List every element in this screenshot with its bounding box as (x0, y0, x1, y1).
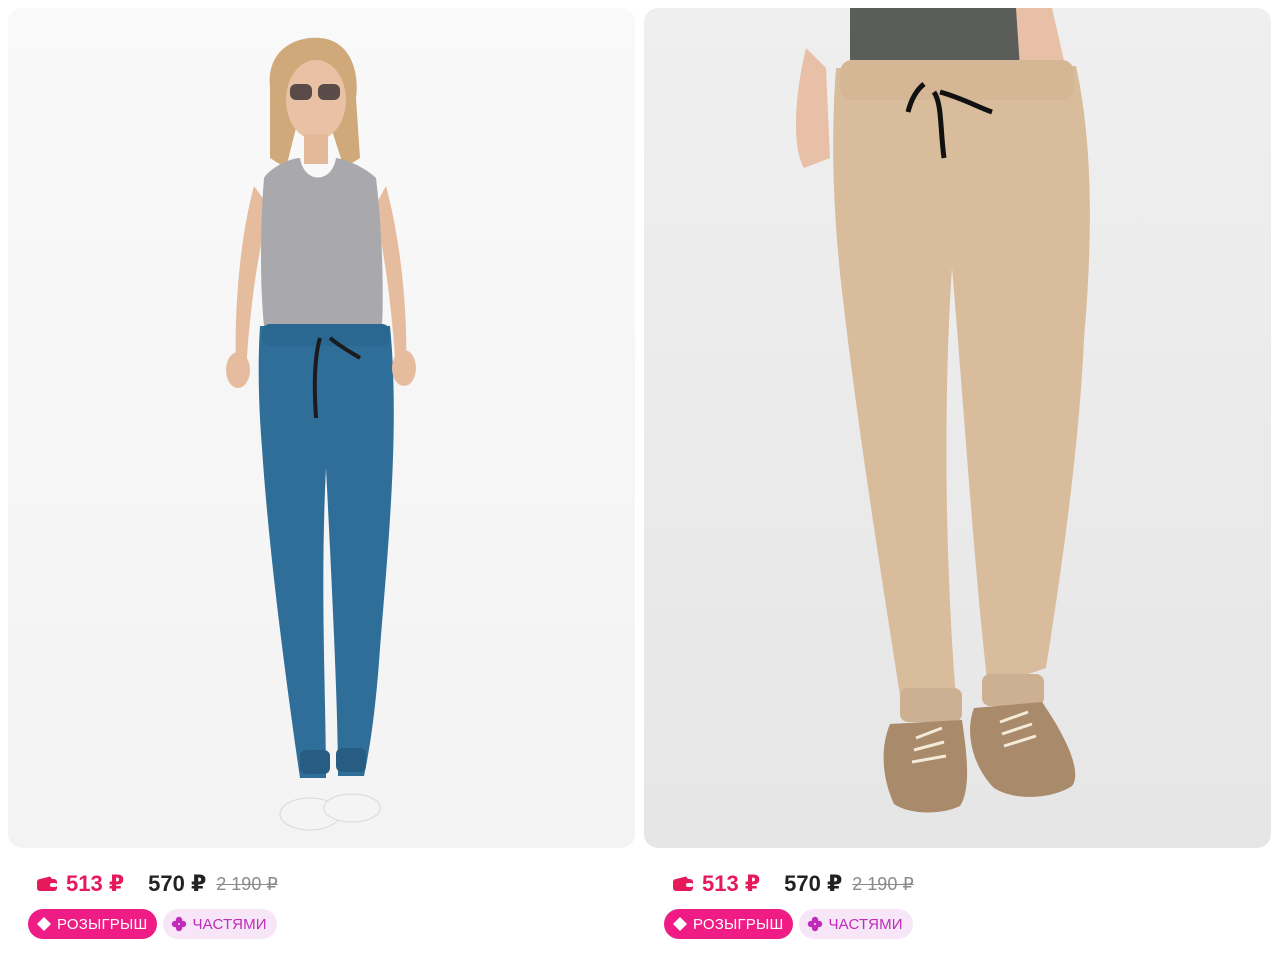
badge-row: РОЗЫГРЫШ ЧАСТЯМИ (28, 908, 277, 940)
installments-icon (171, 916, 187, 932)
price-row: 513 ₽ 570 ₽ 2 190 ₽ (672, 870, 914, 898)
raffle-badge[interactable]: РОЗЫГРЫШ (28, 909, 158, 939)
installments-badge-label: ЧАСТЯМИ (828, 915, 903, 933)
product-image[interactable] (644, 8, 1271, 848)
wallet-icon (36, 876, 58, 892)
raffle-badge[interactable]: РОЗЫГРЫШ (664, 909, 794, 939)
raffle-badge-label: РОЗЫГРЫШ (693, 915, 784, 933)
raffle-badge-label: РОЗЫГРЫШ (57, 915, 148, 933)
wallet-icon (672, 876, 694, 892)
raffle-icon (672, 916, 688, 932)
product-photo-illustration (795, 8, 1090, 813)
current-price: 570 ₽ (148, 871, 207, 896)
product-photo-illustration (226, 37, 416, 831)
installments-icon (807, 916, 823, 932)
wallet-price: 513 ₽ (66, 871, 125, 896)
wallet-price: 513 ₽ (702, 871, 761, 896)
installments-badge-label: ЧАСТЯМИ (192, 915, 267, 933)
current-price: 570 ₽ (784, 871, 843, 896)
installments-badge[interactable]: ЧАСТЯМИ (799, 909, 913, 939)
product-card[interactable]: 513 ₽ 570 ₽ 2 190 ₽ РОЗЫГРЫШ ЧАСТЯМИ (8, 8, 635, 959)
old-price: 2 190 ₽ (216, 873, 278, 894)
raffle-icon (36, 916, 52, 932)
product-grid: 513 ₽ 570 ₽ 2 190 ₽ РОЗЫГРЫШ ЧАСТЯМИ 513… (8, 8, 1272, 959)
installments-badge[interactable]: ЧАСТЯМИ (163, 909, 277, 939)
price-row: 513 ₽ 570 ₽ 2 190 ₽ (36, 870, 278, 898)
old-price: 2 190 ₽ (852, 873, 914, 894)
product-card[interactable]: 513 ₽ 570 ₽ 2 190 ₽ РОЗЫГРЫШ ЧАСТЯМИ (644, 8, 1271, 959)
badge-row: РОЗЫГРЫШ ЧАСТЯМИ (664, 908, 913, 940)
product-image[interactable] (8, 8, 635, 848)
